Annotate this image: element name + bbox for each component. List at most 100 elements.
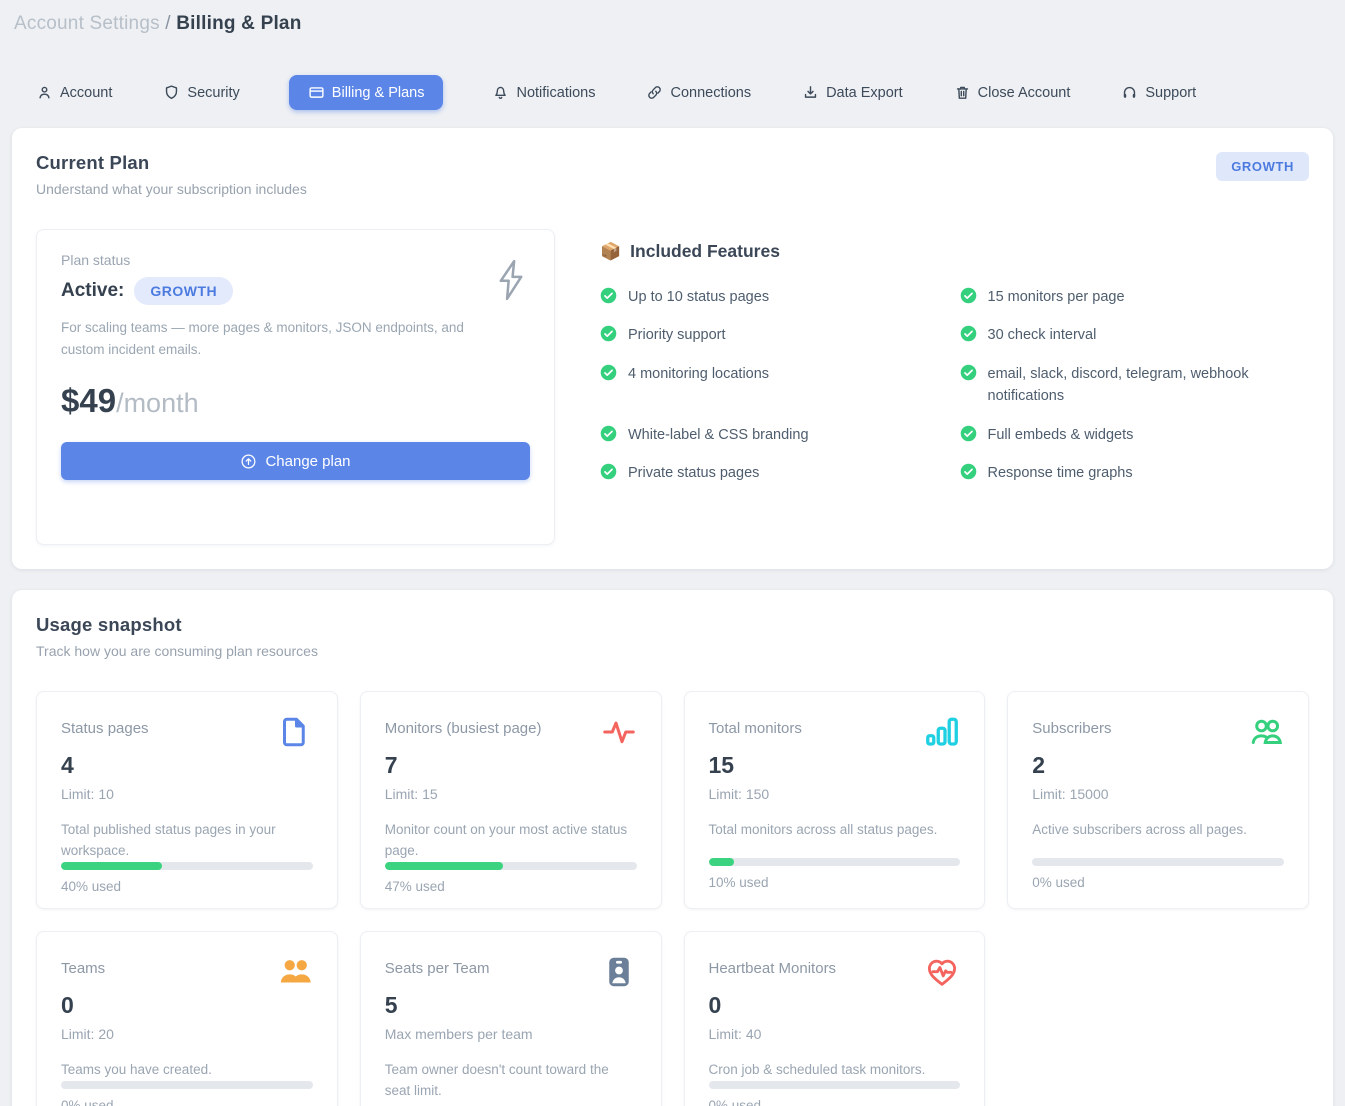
feature-item: White-label & CSS branding	[600, 424, 945, 446]
document-icon	[277, 714, 313, 750]
usage-card-value: 7	[385, 752, 637, 779]
usage-card-description: Teams you have created.	[61, 1060, 313, 1081]
plan-summary-card: Plan status Active: GROWTH For scaling t…	[36, 229, 555, 545]
usage-title: Usage snapshot	[36, 614, 1309, 636]
tab-label: Notifications	[516, 85, 595, 101]
feature-item: 30 check interval	[960, 324, 1305, 346]
usage-card-description: Total monitors across all status pages.	[709, 820, 961, 841]
usage-snapshot-section: Usage snapshot Track how you are consumi…	[12, 590, 1333, 1106]
breadcrumb-section[interactable]: Account Settings	[14, 13, 160, 34]
person-icon	[36, 84, 53, 101]
bell-icon	[492, 84, 509, 101]
usage-card-title: Heartbeat Monitors	[709, 954, 837, 977]
tab-label: Security	[187, 85, 239, 101]
tab-connections[interactable]: Connections	[644, 75, 753, 110]
progress-bar	[61, 862, 313, 870]
progress-bar	[1032, 858, 1284, 866]
usage-card-value: 0	[709, 992, 961, 1019]
progress-bar	[709, 858, 961, 866]
tab-data-export[interactable]: Data Export	[800, 75, 905, 110]
feature-item: 15 monitors per page	[960, 286, 1305, 308]
tab-account[interactable]: Account	[34, 75, 114, 110]
usage-card-description: Team owner doesn't count toward the seat…	[385, 1060, 637, 1102]
check-circle-icon	[600, 325, 617, 342]
progress-fill	[709, 858, 734, 866]
tab-close-account[interactable]: Close Account	[952, 75, 1073, 110]
usage-card-value: 4	[61, 752, 313, 779]
check-circle-icon	[600, 364, 617, 381]
people-filled-icon	[277, 954, 313, 990]
progress-bar	[61, 1081, 313, 1089]
tab-support[interactable]: Support	[1119, 75, 1198, 110]
usage-card-teams: Teams 0 Limit: 20 Teams you have created…	[36, 931, 338, 1106]
current-plan-title: Current Plan	[36, 152, 307, 174]
plan-price: $49/month	[61, 382, 530, 420]
lightning-icon	[492, 258, 530, 302]
check-circle-icon	[600, 463, 617, 480]
usage-card-title: Seats per Team	[385, 954, 490, 977]
feature-item: Response time graphs	[960, 462, 1305, 484]
plan-status-badge: GROWTH	[134, 277, 233, 305]
feature-item: Up to 10 status pages	[600, 286, 945, 308]
plan-status-label: Plan status	[61, 252, 530, 268]
feature-label: Up to 10 status pages	[628, 286, 769, 308]
tab-label: Support	[1145, 85, 1196, 101]
usage-card-value: 0	[61, 992, 313, 1019]
tab-notifications[interactable]: Notifications	[490, 75, 597, 110]
plan-price-period: /month	[116, 388, 199, 418]
tab-billing-plans[interactable]: Billing & Plans	[289, 75, 444, 110]
feature-label: 15 monitors per page	[988, 286, 1125, 308]
breadcrumb-separator: /	[165, 13, 170, 34]
usage-card-limit: Limit: 15000	[1032, 786, 1284, 802]
change-plan-label: Change plan	[265, 453, 350, 470]
tab-label: Billing & Plans	[332, 85, 425, 101]
check-circle-icon	[600, 287, 617, 304]
current-plan-section: Current Plan Understand what your subscr…	[12, 128, 1333, 569]
progress-fill	[385, 862, 503, 870]
usage-percent-label: 10% used	[709, 875, 961, 890]
usage-card-title: Subscribers	[1032, 714, 1111, 737]
usage-card-description: Monitor count on your most active status…	[385, 820, 637, 862]
usage-card-description: Cron job & scheduled task monitors.	[709, 1060, 961, 1081]
usage-card-total-monitors: Total monitors 15 Limit: 150 Total monit…	[684, 691, 986, 909]
tab-label: Connections	[670, 85, 751, 101]
package-icon: 📦	[600, 242, 621, 262]
plan-description: For scaling teams — more pages & monitor…	[61, 317, 471, 360]
plan-status-value: Active:	[61, 280, 124, 302]
feature-label: White-label & CSS branding	[628, 424, 809, 446]
feature-grid: Up to 10 status pages 15 monitors per pa…	[600, 286, 1309, 485]
usage-card-limit: Limit: 20	[61, 1026, 313, 1042]
check-circle-icon	[960, 325, 977, 342]
plan-tier-badge: GROWTH	[1216, 152, 1309, 181]
usage-card-limit: Limit: 40	[709, 1026, 961, 1042]
usage-card-value: 2	[1032, 752, 1284, 779]
page-title: Billing & Plan	[176, 13, 301, 34]
headphones-icon	[1121, 84, 1138, 101]
shield-icon	[163, 84, 180, 101]
bar-chart-icon	[924, 714, 960, 750]
usage-card-subscribers: Subscribers 2 Limit: 15000 Active subscr…	[1007, 691, 1309, 909]
heart-pulse-icon	[924, 954, 960, 990]
usage-card-title: Total monitors	[709, 714, 802, 737]
usage-card-limit: Max members per team	[385, 1026, 637, 1042]
usage-card-limit: Limit: 15	[385, 786, 637, 802]
usage-card-seats-per-team: Seats per Team 5 Max members per team Te…	[360, 931, 662, 1106]
progress-bar	[709, 1081, 961, 1089]
feature-item: Priority support	[600, 324, 945, 346]
feature-item: Full embeds & widgets	[960, 424, 1305, 446]
feature-label: 4 monitoring locations	[628, 363, 769, 385]
usage-card-title: Teams	[61, 954, 105, 977]
feature-label: Full embeds & widgets	[988, 424, 1134, 446]
features-title: Included Features	[630, 241, 780, 262]
feature-label: Response time graphs	[988, 462, 1133, 484]
tab-label: Data Export	[826, 85, 903, 101]
people-outline-icon	[1248, 714, 1284, 750]
usage-percent-label: 0% used	[1032, 875, 1284, 890]
usage-card-title: Status pages	[61, 714, 149, 737]
feature-item: email, slack, discord, telegram, webhook…	[960, 363, 1305, 408]
feature-label: Private status pages	[628, 462, 759, 484]
trash-icon	[954, 84, 971, 101]
change-plan-button[interactable]: Change plan	[61, 442, 530, 480]
tab-security[interactable]: Security	[161, 75, 241, 110]
usage-card-description: Active subscribers across all pages.	[1032, 820, 1284, 841]
